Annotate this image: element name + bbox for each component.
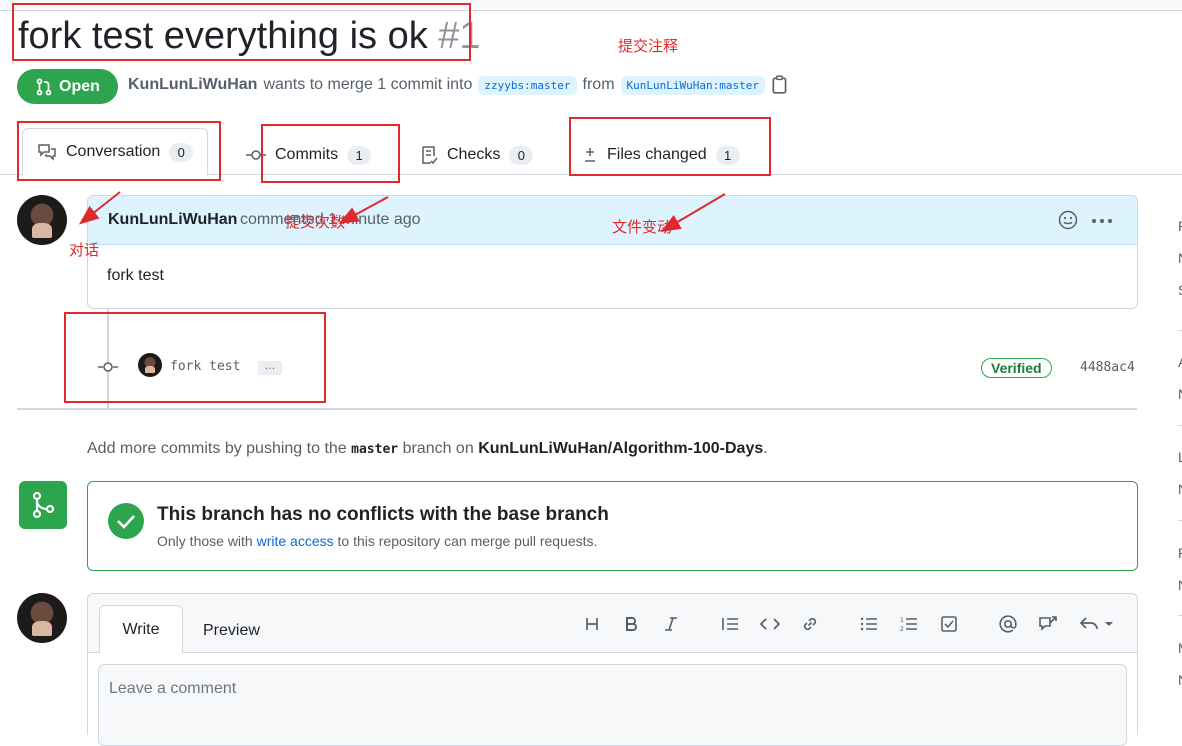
annotation-arrow bbox=[660, 193, 726, 233]
annotation-arrow bbox=[78, 191, 121, 225]
annotation-arrows bbox=[78, 191, 726, 233]
annotation-arrow bbox=[338, 196, 389, 224]
